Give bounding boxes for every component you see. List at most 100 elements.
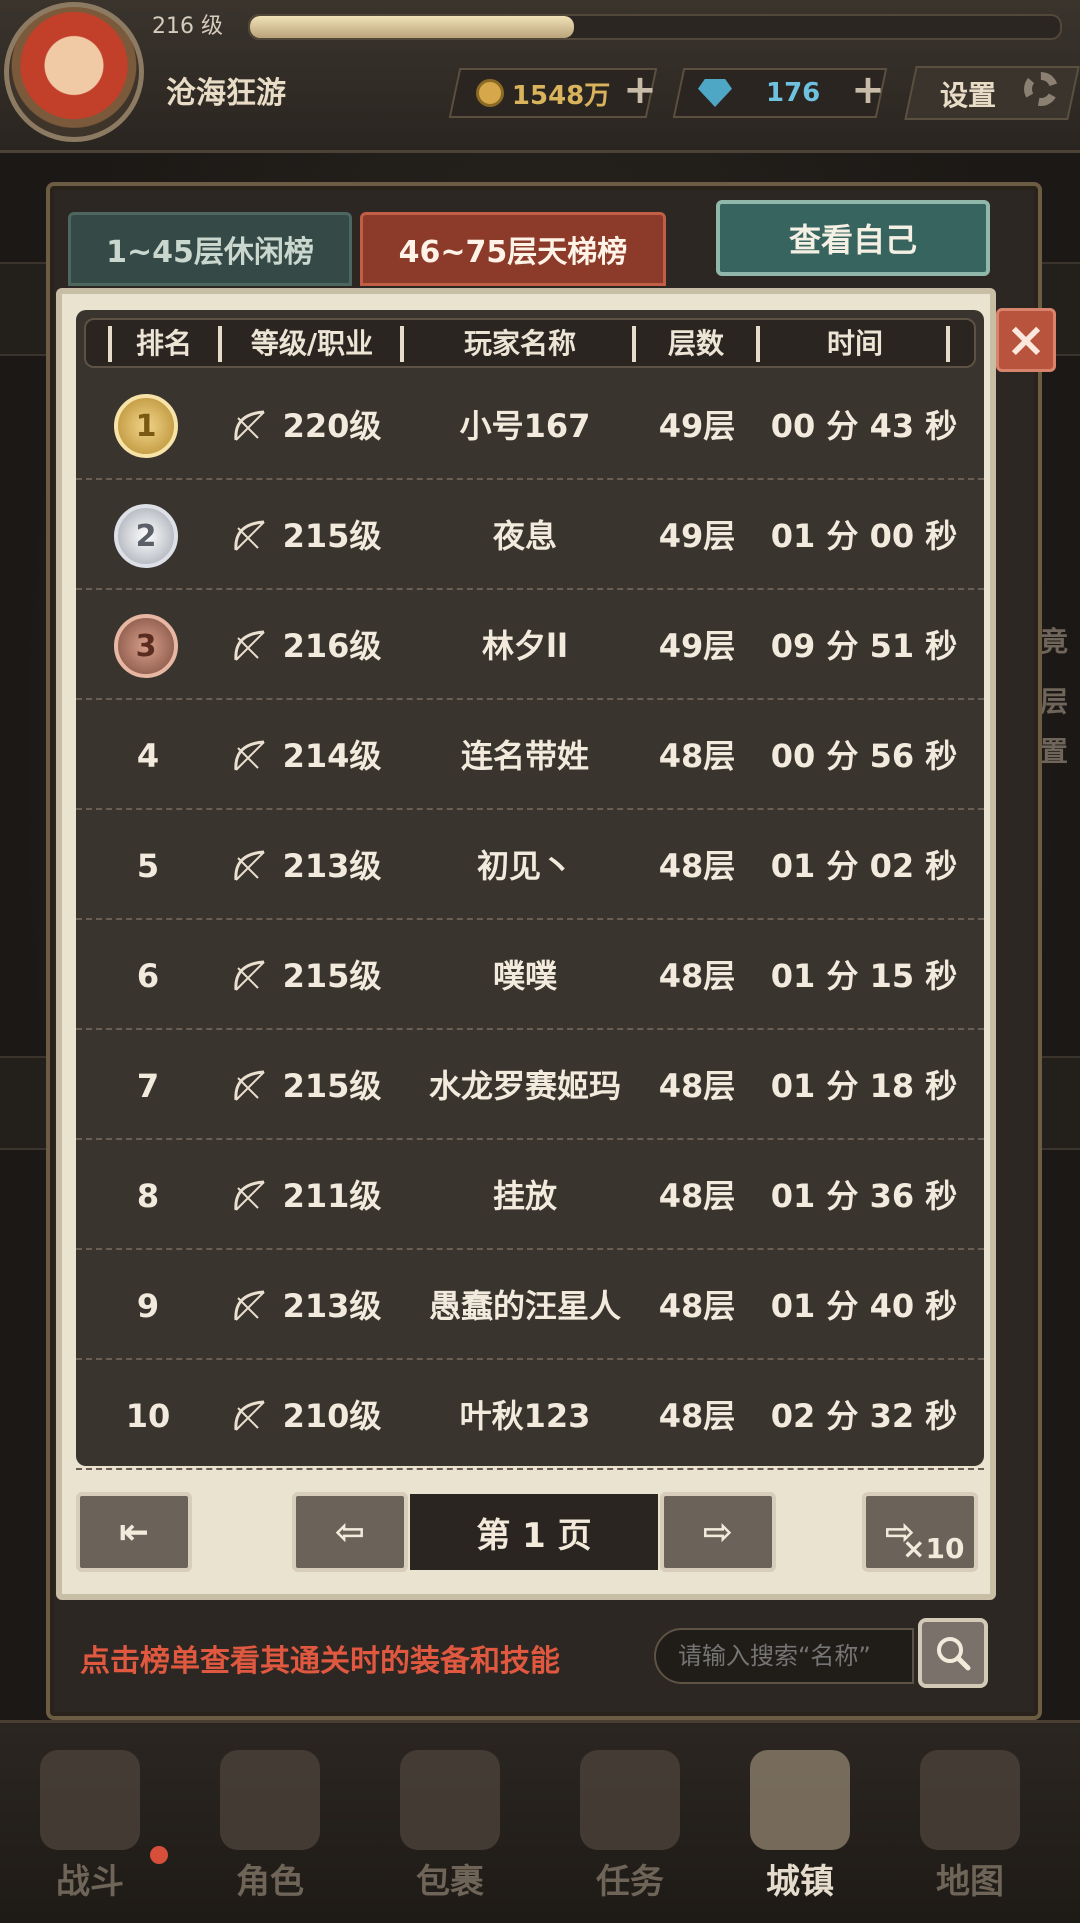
level-cell: 220级 xyxy=(282,407,382,445)
nav-character[interactable]: 角色 xyxy=(190,1750,350,1910)
map-icon xyxy=(920,1750,1020,1850)
table-row[interactable]: 1 220级 小号167 49层 00 分 43 秒 xyxy=(76,372,984,480)
bow-class-icon xyxy=(234,1070,265,1101)
time-cell: 00 分 56 秒 xyxy=(770,737,958,775)
search-button[interactable] xyxy=(918,1618,988,1688)
level-cell: 215级 xyxy=(282,957,382,995)
header-separator xyxy=(108,326,112,362)
header-separator xyxy=(946,326,950,362)
bow-class-icon xyxy=(234,410,265,441)
floor-cell: 48层 xyxy=(658,1287,736,1325)
side-decor-text: 置 xyxy=(1040,735,1069,768)
add-gem-button[interactable]: + xyxy=(846,67,890,113)
header-level-class: 等级/职业 xyxy=(250,327,374,360)
floor-cell: 49层 xyxy=(658,627,736,665)
header-separator xyxy=(400,326,404,362)
bow-class-icon xyxy=(234,1290,265,1321)
floor-cell: 48层 xyxy=(658,737,736,775)
player-avatar[interactable] xyxy=(4,2,144,142)
time-cell: 09 分 51 秒 xyxy=(770,627,958,665)
floor-cell: 48层 xyxy=(658,1397,736,1435)
level-cell: 211级 xyxy=(282,1177,382,1215)
rank-medal-icon: 1 xyxy=(114,394,178,458)
floor-cell: 48层 xyxy=(658,1067,736,1105)
diamond-icon xyxy=(698,79,732,107)
player-level: 216 级 xyxy=(152,14,223,39)
close-button[interactable]: × xyxy=(996,308,1056,372)
table-row[interactable]: 6 215级 噗噗 48层 01 分 15 秒 xyxy=(76,922,984,1030)
table-row[interactable]: 8 211级 挂放 48层 01 分 36 秒 xyxy=(76,1142,984,1250)
add-gold-button[interactable]: + xyxy=(618,67,662,113)
time-cell: 01 分 18 秒 xyxy=(770,1067,958,1105)
rank-cell: 6 xyxy=(136,957,160,995)
bow-class-icon xyxy=(234,850,265,881)
tab-casual-board[interactable]: 1~45层休闲榜 xyxy=(68,212,352,286)
level-cell: 214级 xyxy=(282,737,382,775)
close-icon: × xyxy=(1005,312,1047,368)
rank-cell: 10 xyxy=(125,1397,171,1435)
side-decor-text: 竟 xyxy=(1040,625,1069,658)
level-cell: 213级 xyxy=(282,1287,382,1325)
side-decor-text: 层 xyxy=(1040,685,1069,718)
castle-tower-icon xyxy=(750,1750,850,1850)
time-cell: 01 分 15 秒 xyxy=(770,957,958,995)
level-cell: 210级 xyxy=(282,1397,382,1435)
player-name-cell: 初见丶 xyxy=(476,847,573,885)
time-cell: 02 分 32 秒 xyxy=(770,1397,958,1435)
header-separator xyxy=(756,326,760,362)
nav-label: 角色 xyxy=(236,1862,304,1902)
nav-label: 战斗 xyxy=(56,1862,124,1902)
player-name-cell: 愚蠢的汪星人 xyxy=(428,1287,621,1325)
bow-class-icon xyxy=(234,1400,265,1431)
gear-icon[interactable] xyxy=(1024,72,1058,106)
gold-value: 1548万 xyxy=(512,80,611,111)
rank-cell: 4 xyxy=(136,737,160,775)
search-input[interactable] xyxy=(654,1628,914,1684)
nav-battle[interactable]: 战斗 xyxy=(10,1750,170,1910)
time-cell: 00 分 43 秒 xyxy=(770,407,958,445)
first-page-button[interactable]: ⇤ xyxy=(76,1492,192,1572)
header-separator xyxy=(632,326,636,362)
right-arrow-icon: ⇨ xyxy=(702,1511,734,1553)
bow-class-icon xyxy=(234,520,265,551)
level-cell: 215级 xyxy=(282,1067,382,1105)
level-cell: 215级 xyxy=(282,517,382,555)
next-page-button[interactable]: ⇨ xyxy=(660,1492,776,1572)
gem-value: 176 xyxy=(766,78,821,108)
first-page-arrow-icon: ⇤ xyxy=(118,1511,150,1553)
table-row[interactable]: 9 213级 愚蠢的汪星人 48层 01 分 40 秒 xyxy=(76,1252,984,1360)
rank-medal-icon: 3 xyxy=(114,614,178,678)
nav-town[interactable]: 城镇 xyxy=(720,1750,880,1910)
header-floor: 层数 xyxy=(667,327,724,360)
floor-cell: 48层 xyxy=(658,1177,736,1215)
floor-cell: 49层 xyxy=(658,517,736,555)
nav-map[interactable]: 地图 xyxy=(890,1750,1050,1910)
table-row[interactable]: 3 216级 林夕ll 49层 09 分 51 秒 xyxy=(76,592,984,700)
nav-quest[interactable]: 任务 xyxy=(550,1750,710,1910)
rank-cell: 7 xyxy=(136,1067,160,1105)
time-cell: 01 分 36 秒 xyxy=(770,1177,958,1215)
nav-label: 任务 xyxy=(596,1862,664,1902)
table-row[interactable]: 2 215级 夜息 49层 01 分 00 秒 xyxy=(76,482,984,590)
rank-medal-icon: 2 xyxy=(114,504,178,568)
bow-class-icon xyxy=(234,960,265,991)
table-row[interactable]: 5 213级 初见丶 48层 01 分 02 秒 xyxy=(76,812,984,920)
table-row[interactable]: 7 215级 水龙罗赛姬玛 48层 01 分 18 秒 xyxy=(76,1032,984,1140)
rank-cell: 5 xyxy=(136,847,160,885)
table-row[interactable]: 10 210级 叶秋123 48层 02 分 32 秒 xyxy=(76,1362,984,1470)
exp-bar xyxy=(248,14,1062,40)
coin-icon xyxy=(476,79,504,107)
player-name-cell: 小号167 xyxy=(459,407,591,445)
table-row[interactable]: 4 214级 连名带姓 48层 00 分 56 秒 xyxy=(76,702,984,810)
view-self-button[interactable]: 查看自己 xyxy=(716,200,990,276)
player-name-cell: 噗噗 xyxy=(492,957,557,995)
nav-bag[interactable]: 包裹 xyxy=(370,1750,530,1910)
prev-page-button[interactable]: ⇦ xyxy=(292,1492,408,1572)
scroll-icon xyxy=(580,1750,680,1850)
player-name-cell: 叶秋123 xyxy=(459,1397,591,1435)
floor-cell: 48层 xyxy=(658,957,736,995)
player-name-cell: 林夕ll xyxy=(482,627,568,665)
tab-ladder-board[interactable]: 46~75层天梯榜 xyxy=(360,212,666,286)
nav-label: 城镇 xyxy=(766,1862,834,1902)
search-icon xyxy=(937,1637,971,1671)
